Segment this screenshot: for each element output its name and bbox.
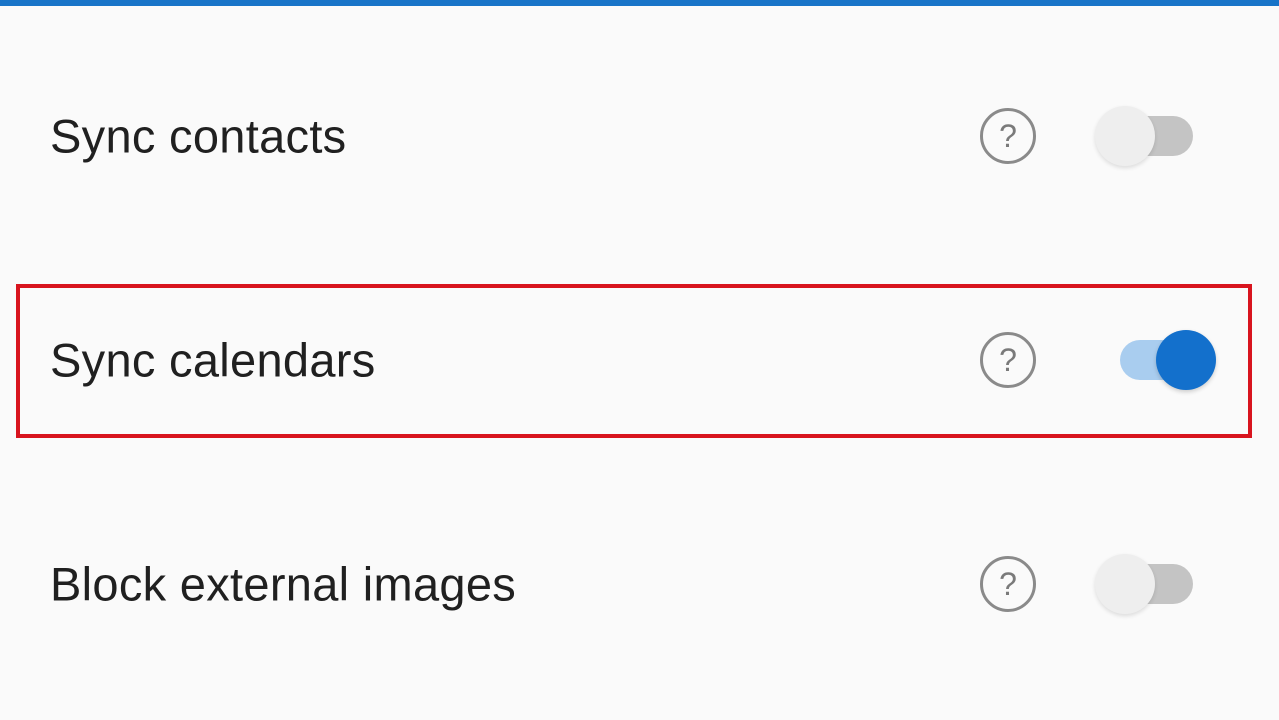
help-icon[interactable]: ? xyxy=(980,332,1036,388)
help-icon[interactable]: ? xyxy=(980,556,1036,612)
setting-row-block-external-images: Block external images ? xyxy=(0,514,1279,654)
toggle-thumb xyxy=(1156,330,1216,390)
setting-row-sync-calendars: Sync calendars ? xyxy=(0,290,1279,430)
settings-screen: Sync contacts ? Sync calendars ? Block e… xyxy=(0,0,1279,720)
toggle-thumb xyxy=(1095,554,1155,614)
toggle-thumb xyxy=(1095,106,1155,166)
sync-contacts-toggle[interactable] xyxy=(1095,104,1195,168)
top-accent-bar xyxy=(0,0,1279,6)
help-icon[interactable]: ? xyxy=(980,108,1036,164)
setting-label: Sync calendars xyxy=(50,333,376,387)
setting-label: Block external images xyxy=(50,557,517,611)
sync-calendars-toggle[interactable] xyxy=(1120,328,1220,392)
setting-row-sync-contacts: Sync contacts ? xyxy=(0,66,1279,206)
setting-label: Sync contacts xyxy=(50,109,347,163)
block-external-images-toggle[interactable] xyxy=(1095,552,1195,616)
